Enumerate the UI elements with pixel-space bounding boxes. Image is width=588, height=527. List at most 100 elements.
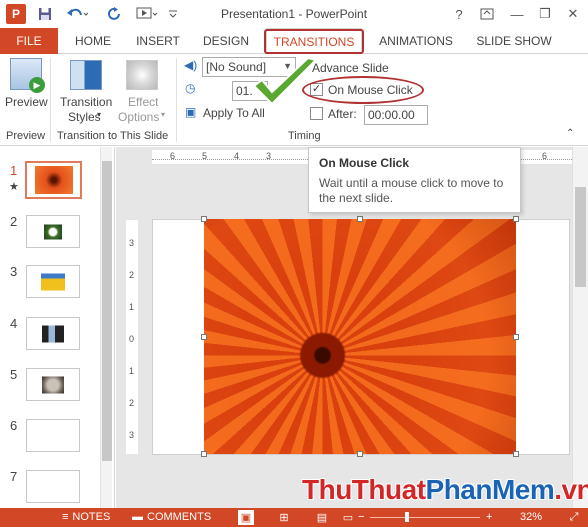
tooltip-body: Wait until a mouse click to move to the …: [319, 176, 504, 205]
start-from-beginning-icon[interactable]: [134, 5, 160, 23]
duration-icon: ◷: [185, 81, 196, 95]
resize-handle[interactable]: [357, 451, 363, 457]
watermark-part2: PhanMem: [425, 474, 555, 505]
transition-styles-icon[interactable]: [70, 60, 102, 90]
green-checkmark-icon: [252, 56, 318, 106]
slide-thumbnail-3[interactable]: [26, 265, 80, 298]
close-button[interactable]: ✕: [560, 4, 586, 24]
notes-button[interactable]: ≡ NOTES: [62, 511, 110, 523]
tab-slide-show[interactable]: SLIDE SHOW: [472, 28, 556, 54]
zoom-slider-thumb[interactable]: [405, 512, 409, 522]
slide-number: 4: [10, 316, 18, 331]
resize-handle[interactable]: [513, 334, 519, 340]
preview-icon[interactable]: ▶: [10, 58, 45, 93]
tab-home[interactable]: HOME: [66, 28, 120, 54]
effect-options-label-line1: Effect: [128, 95, 159, 109]
flower-thumb-image: [34, 166, 73, 194]
penguins-thumb-image: [42, 325, 64, 342]
timing-group-label: Timing: [288, 130, 321, 142]
resize-handle[interactable]: [357, 216, 363, 222]
slide-sorter-icon[interactable]: ⊞: [276, 510, 292, 525]
slide-number: 7: [10, 469, 18, 484]
slide-number: 1: [10, 163, 18, 178]
thumbnail-scrollbar-thumb[interactable]: [102, 161, 112, 461]
powerpoint-app-icon[interactable]: P: [6, 4, 26, 24]
transition-group-label: Transition to This Slide: [57, 130, 169, 142]
resize-handle[interactable]: [513, 216, 519, 222]
chrysanthemum-photo[interactable]: [204, 219, 516, 454]
fit-slide-icon[interactable]: ⤢: [566, 510, 582, 525]
resize-handle[interactable]: [513, 451, 519, 457]
advance-slide-label: Advance Slide: [312, 61, 389, 75]
resize-handle[interactable]: [201, 216, 207, 222]
help-button[interactable]: ?: [446, 4, 472, 24]
thumbnail-scrollbar[interactable]: [100, 147, 112, 508]
on-mouse-click-highlight: [302, 76, 424, 104]
customize-quick-access-icon[interactable]: [166, 5, 180, 23]
ruler-tick-label: 0: [129, 334, 135, 344]
slide-scrollbar[interactable]: [572, 147, 588, 508]
save-icon[interactable]: [36, 5, 54, 23]
reading-view-icon[interactable]: ▤: [314, 510, 330, 525]
zoom-slider[interactable]: [370, 517, 480, 518]
group-separator: [50, 58, 51, 142]
slide-thumbnail-1[interactable]: [25, 161, 82, 199]
undo-icon[interactable]: [64, 5, 90, 23]
slide-number: 6: [10, 418, 18, 433]
after-label: After:: [328, 107, 357, 121]
ribbon-display-options-icon[interactable]: [474, 4, 500, 24]
notes-icon: ≡: [62, 511, 69, 523]
ruler-tick-label: 1: [129, 366, 135, 376]
notes-label: NOTES: [72, 511, 111, 523]
after-time-field[interactable]: 00:00.00: [364, 105, 428, 125]
zoom-level[interactable]: 32%: [520, 511, 542, 523]
tab-animations[interactable]: ANIMATIONS: [370, 28, 462, 54]
ruler-tick-label: 3: [129, 238, 135, 248]
site-watermark: ThuThuatPhanMem.vn: [302, 474, 588, 506]
slide-number: 2: [10, 214, 18, 229]
slide-number: 3: [10, 264, 18, 279]
redo-icon[interactable]: [106, 5, 124, 23]
comments-icon: ▬: [132, 511, 143, 523]
transition-styles-label-line2[interactable]: Styles: [68, 110, 101, 124]
slide-thumbnail-2[interactable]: [26, 215, 80, 248]
watermark-part3: .vn: [554, 474, 588, 505]
slide-thumbnail-7[interactable]: [26, 470, 80, 503]
ruler-tick-label: 1: [129, 302, 135, 312]
minimize-button[interactable]: —: [504, 4, 530, 24]
tab-design[interactable]: DESIGN: [196, 28, 256, 54]
koala-thumb-image: [42, 376, 64, 393]
vertical-ruler: 3 2 1 0 1 2 3: [126, 220, 138, 454]
tab-file[interactable]: FILE: [0, 28, 58, 54]
zoom-out-button[interactable]: −: [358, 511, 364, 523]
restore-button[interactable]: ❐: [532, 4, 558, 24]
zoom-in-button[interactable]: +: [486, 511, 492, 523]
daisy-thumb-image: [44, 224, 62, 239]
resize-handle[interactable]: [201, 334, 207, 340]
group-separator: [176, 58, 177, 142]
ruler-tick-label: 3: [129, 430, 135, 440]
tooltip-title: On Mouse Click: [319, 156, 410, 170]
preview-button[interactable]: Preview: [5, 95, 48, 109]
slide-thumbnail-4[interactable]: [26, 317, 80, 350]
transition-styles-label-line1[interactable]: Transition: [60, 95, 112, 109]
preview-group-label: Preview: [6, 130, 46, 142]
slide-scrollbar-thumb[interactable]: [575, 187, 586, 287]
normal-view-icon[interactable]: ▣: [238, 510, 254, 525]
slide-show-icon[interactable]: ▭: [340, 510, 356, 525]
after-time-value: 00:00.00: [368, 108, 415, 122]
on-mouse-click-tooltip: On Mouse Click Wait until a mouse click …: [308, 147, 521, 213]
comments-label: COMMENTS: [147, 511, 212, 523]
chevron-down-icon[interactable]: ▾: [97, 110, 101, 119]
title-bar: P Presentation1 - PowerPoint ? — ❐ ✕: [0, 0, 588, 28]
comments-button[interactable]: ▬ COMMENTS: [132, 511, 211, 523]
transitions-tab-highlight: [264, 29, 364, 54]
slide-number: 5: [10, 367, 18, 382]
slide-thumbnail-6[interactable]: [26, 419, 80, 452]
status-bar: ≡ NOTES ▬ COMMENTS ▣ ⊞ ▤ ▭ − + 32% ⤢: [0, 508, 588, 527]
transition-star-icon: ★: [9, 181, 19, 193]
slide-thumbnail-5[interactable]: [26, 368, 80, 401]
tab-insert[interactable]: INSERT: [128, 28, 188, 54]
resize-handle[interactable]: [201, 451, 207, 457]
collapse-ribbon-icon[interactable]: ⌃: [566, 128, 574, 139]
